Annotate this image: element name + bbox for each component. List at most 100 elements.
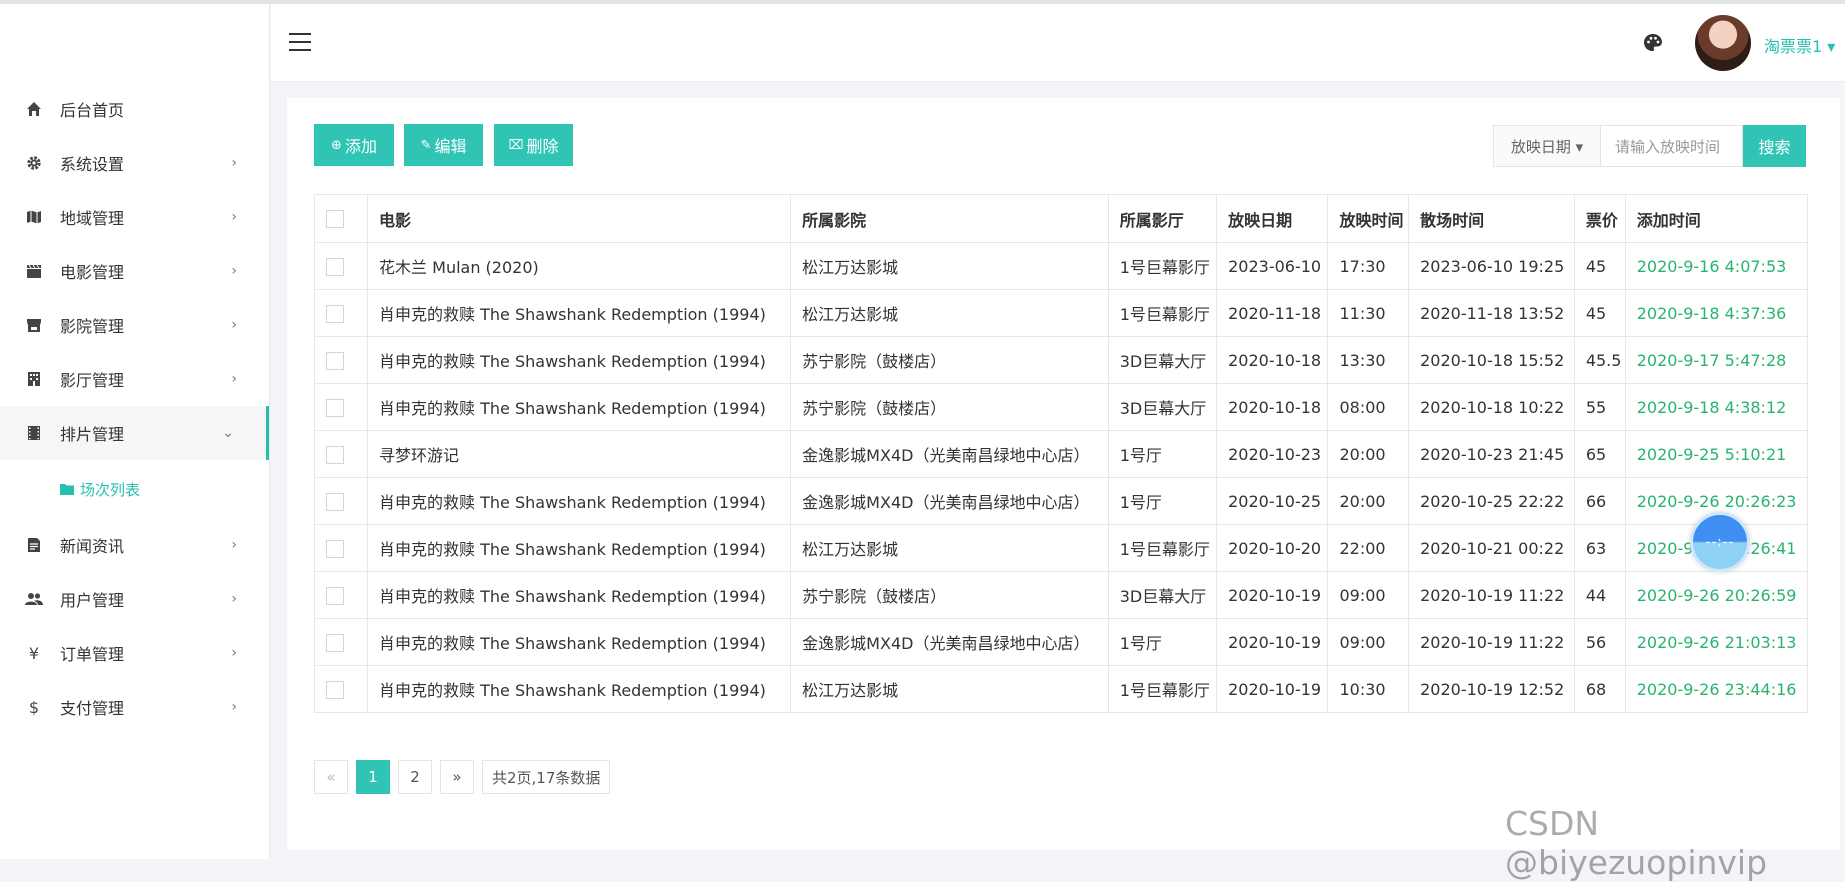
clapperboard-icon (24, 261, 44, 281)
table-row[interactable]: 肖申克的救赎 The Shawshank Redemption (1994) 苏宁… (313, 383, 1809, 431)
sidebar-item-home[interactable]: 后台首页 (0, 82, 269, 136)
table-cell: 1号厅 (1107, 477, 1218, 525)
sidebar-item-payments[interactable]: $ 支付管理 › (0, 680, 269, 734)
column-header: 票价 (1573, 194, 1626, 243)
edit-button[interactable]: ✎ 编辑 (404, 124, 483, 166)
sidebar-item-halls[interactable]: 影厅管理 › (0, 352, 269, 406)
home-icon (24, 99, 44, 119)
row-select-cell (313, 571, 369, 619)
table-row[interactable]: 寻梦环游记 金逸影城MX4D（光美南昌绿地中心店） 1号厅 2020-10-23 20:… (313, 430, 1809, 478)
table-cell: 金逸影城MX4D（光美南昌绿地中心店） (790, 618, 1109, 666)
edit-button-label: 编辑 (434, 137, 467, 156)
sidebar-item-cinemas[interactable]: 影院管理 › (0, 298, 269, 352)
table-body: 花木兰 Mulan (2020) 松江万达影城 1号巨幕影厅 2023-06-10 17… (313, 242, 1809, 713)
chevron-right-icon: › (231, 699, 237, 715)
table-cell: 08:00 (1327, 383, 1410, 431)
table-cell: 2020-9-25 5:10:21 (1624, 430, 1809, 478)
delete-icon: ⌧ (508, 137, 524, 153)
palette-icon[interactable] (1641, 31, 1665, 55)
table-cell: 松江万达影城 (790, 665, 1109, 713)
table-cell: 肖申克的救赎 The Shawshank Redemption (1994) (367, 571, 792, 619)
sidebar-item-news[interactable]: 新闻资讯 › (0, 518, 269, 572)
table-cell: 2020-9-26 20:26:59 (1624, 571, 1809, 619)
row-checkbox[interactable] (326, 586, 344, 605)
sidebar-item-region[interactable]: 地域管理 › (0, 190, 269, 244)
table-cell: 1号巨幕影厅 (1107, 665, 1218, 713)
sidebar-item-system-settings[interactable]: 系统设置 › (0, 136, 269, 190)
table-cell: 肖申克的救赎 The Shawshank Redemption (1994) (367, 618, 792, 666)
table-cell: 1号巨幕影厅 (1107, 524, 1218, 572)
row-select-cell (313, 665, 369, 713)
sidebar-subitem-session-list[interactable]: 场次列表 (0, 460, 269, 518)
table-cell: 55 (1573, 383, 1626, 431)
table-cell: 肖申克的救赎 The Shawshank Redemption (1994) (367, 665, 792, 713)
sidebar-item-users[interactable]: 用户管理 › (0, 572, 269, 626)
table-row[interactable]: 花木兰 Mulan (2020) 松江万达影城 1号巨幕影厅 2023-06-10 17… (313, 242, 1809, 290)
table-cell: 2020-9-17 5:47:28 (1624, 336, 1809, 384)
table-cell: 2020-10-18 15:52 (1408, 336, 1575, 384)
floating-clock-widget[interactable]: --:-- (1690, 512, 1750, 572)
row-checkbox[interactable] (326, 539, 344, 558)
sidebar-item-scheduling[interactable]: 排片管理 ⌄ (0, 406, 269, 460)
table-cell: 2020-10-25 22:22 (1408, 477, 1575, 525)
sidebar-item-orders[interactable]: ¥ 订单管理 › (0, 626, 269, 680)
search-bar: 放映日期 ▾ 请输入放映时间 搜索 (1493, 125, 1806, 167)
column-header: 电影 (367, 194, 792, 243)
table-row[interactable]: 肖申克的救赎 The Shawshank Redemption (1994) 松江… (313, 665, 1809, 713)
delete-button[interactable]: ⌧ 删除 (494, 124, 573, 166)
table-row[interactable]: 肖申克的救赎 The Shawshank Redemption (1994) 金逸… (313, 477, 1809, 525)
table-cell: 09:00 (1327, 571, 1410, 619)
page-button-1[interactable]: 1 (356, 760, 390, 794)
table-cell: 2020-10-19 12:52 (1408, 665, 1575, 713)
row-checkbox[interactable] (326, 492, 344, 511)
row-checkbox[interactable] (326, 680, 344, 699)
chevron-right-icon: › (231, 591, 237, 607)
row-checkbox[interactable] (326, 445, 344, 464)
search-input[interactable]: 请输入放映时间 (1601, 125, 1743, 167)
user-avatar[interactable] (1695, 15, 1751, 71)
page-button-2[interactable]: 2 (398, 760, 432, 794)
add-button-label: 添加 (344, 137, 377, 156)
search-field-select[interactable]: 放映日期 ▾ (1493, 125, 1601, 167)
row-checkbox[interactable] (326, 257, 344, 276)
chevron-right-icon: › (231, 155, 237, 171)
table-cell: 20:00 (1327, 477, 1410, 525)
table-cell: 肖申克的救赎 The Shawshank Redemption (1994) (367, 289, 792, 337)
sidebar-item-label: 支付管理 (60, 699, 125, 718)
table-cell: 2020-10-18 10:22 (1408, 383, 1575, 431)
menu-toggle-icon[interactable] (289, 33, 311, 51)
table-row[interactable]: 肖申克的救赎 The Shawshank Redemption (1994) 苏宁… (313, 336, 1809, 384)
delete-button-label: 删除 (526, 137, 559, 156)
table-cell: 2020-10-18 (1216, 383, 1329, 431)
sidebar-item-label: 订单管理 (60, 645, 125, 664)
table-cell: 金逸影城MX4D（光美南昌绿地中心店） (790, 477, 1109, 525)
username-dropdown[interactable]: 淘票票1 ▾ (1764, 33, 1835, 57)
table-row[interactable]: 肖申克的救赎 The Shawshank Redemption (1994) 金逸… (313, 618, 1809, 666)
chevron-right-icon: › (231, 537, 237, 553)
row-select-cell (313, 524, 369, 572)
table-row[interactable]: 肖申克的救赎 The Shawshank Redemption (1994) 苏宁… (313, 571, 1809, 619)
sidebar-item-movies[interactable]: 电影管理 › (0, 244, 269, 298)
add-button[interactable]: ⊕ 添加 (314, 124, 394, 166)
row-select-cell (313, 430, 369, 478)
select-all-checkbox[interactable] (326, 210, 344, 229)
select-all-cell (313, 194, 369, 243)
table-cell: 2020-10-21 00:22 (1408, 524, 1575, 572)
next-page-button[interactable]: » (440, 760, 474, 794)
table-cell: 1号巨幕影厅 (1107, 289, 1218, 337)
table-cell: 3D巨幕大厅 (1107, 383, 1218, 431)
table-row[interactable]: 肖申克的救赎 The Shawshank Redemption (1994) 松江… (313, 289, 1809, 337)
row-checkbox[interactable] (326, 304, 344, 323)
sidebar-item-label: 后台首页 (60, 101, 125, 120)
table-cell: 2020-9-16 4:07:53 (1624, 242, 1809, 290)
row-checkbox[interactable] (326, 633, 344, 652)
table-row[interactable]: 肖申克的救赎 The Shawshank Redemption (1994) 松江… (313, 524, 1809, 572)
row-select-cell (313, 477, 369, 525)
table-cell: 2020-10-23 21:45 (1408, 430, 1575, 478)
column-header: 添加时间 (1624, 194, 1809, 243)
row-checkbox[interactable] (326, 398, 344, 417)
prev-page-button[interactable]: « (314, 760, 348, 794)
table-cell: 2023-06-10 19:25 (1408, 242, 1575, 290)
search-button[interactable]: 搜索 (1743, 125, 1806, 167)
row-checkbox[interactable] (326, 351, 344, 370)
